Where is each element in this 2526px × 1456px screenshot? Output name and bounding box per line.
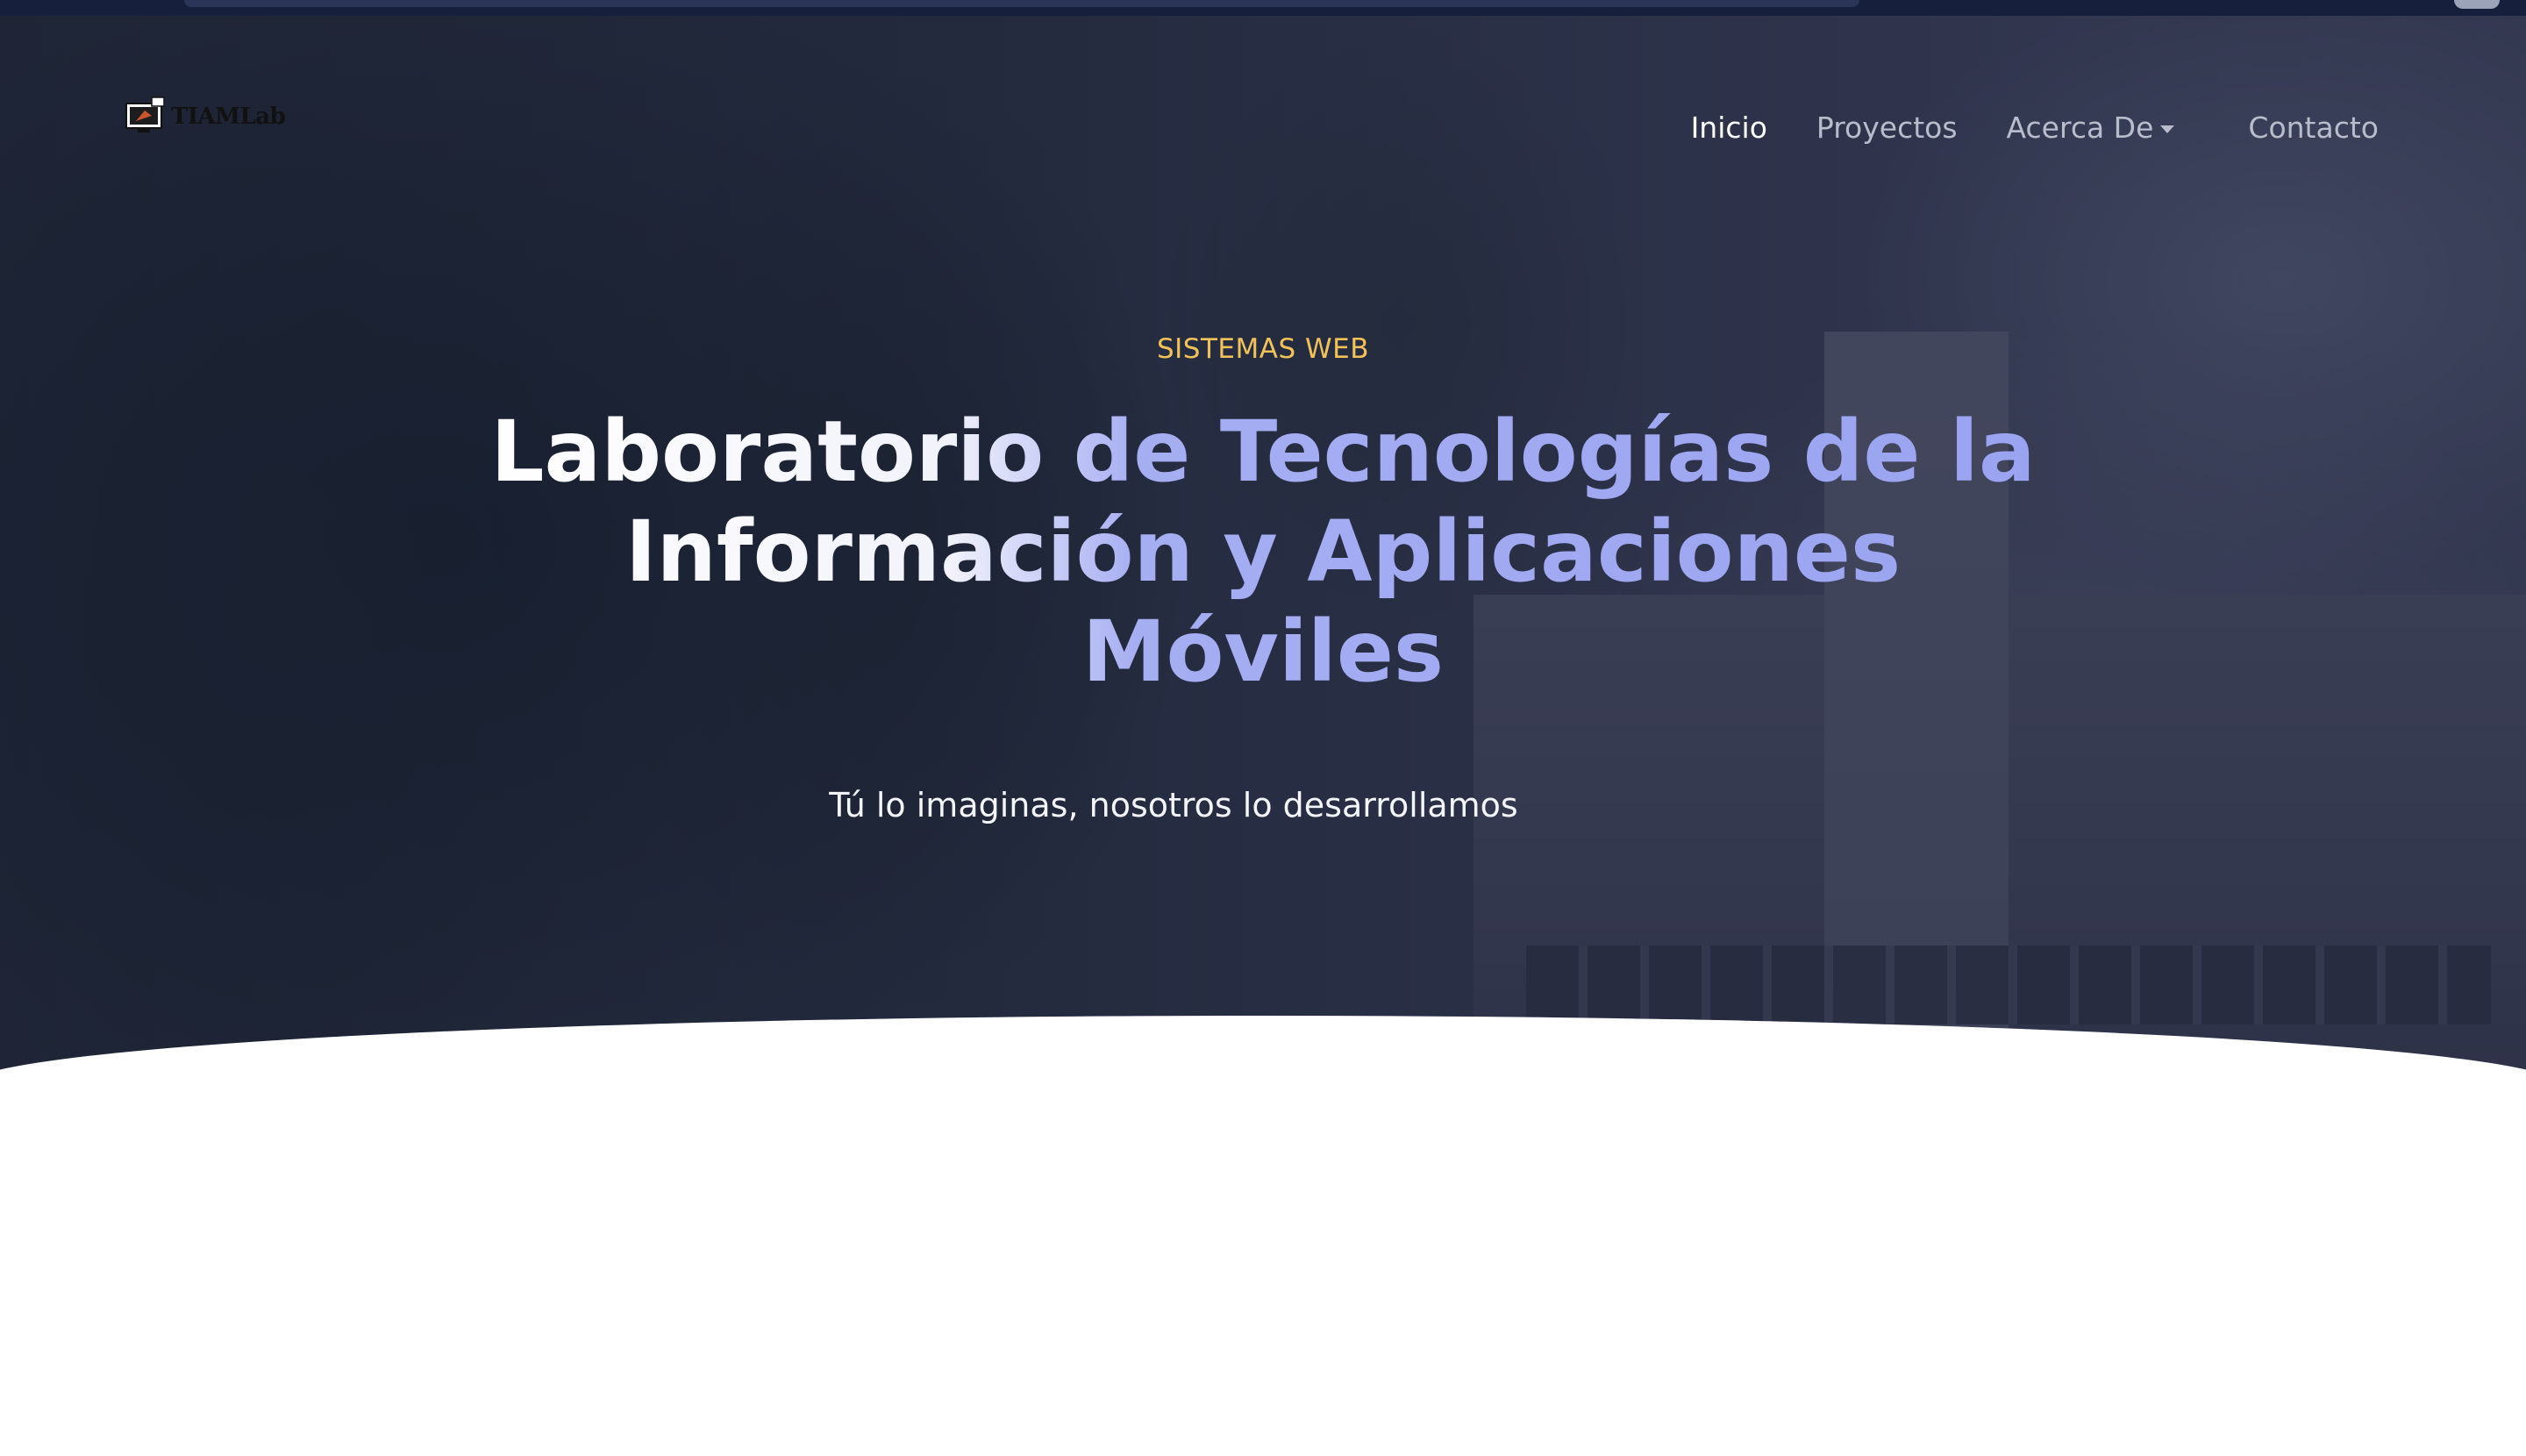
browser-top-strip: [0, 0, 2526, 16]
browser-menu-icon[interactable]: [2454, 0, 2500, 9]
caret-down-icon: [2160, 125, 2175, 133]
hero-headline: Laboratorio de Tecnologías de la Informa…: [474, 402, 2052, 702]
address-bar[interactable]: [184, 0, 1859, 7]
brand-logo-link[interactable]: TIAMLab: [125, 96, 286, 137]
navbar: TIAMLab Inicio Proyectos Acerca De Conta…: [0, 16, 2526, 218]
nav-item-label: Inicio: [1690, 111, 1767, 145]
nav-item-label: Proyectos: [1816, 111, 1958, 145]
hero-eyebrow: SISTEMAS WEB: [1156, 333, 1369, 365]
brand-name: TIAMLab: [171, 103, 286, 130]
hero-tagline: Tú lo imaginas, nosotros lo desarrollamo…: [829, 786, 1518, 824]
monitor-logo-icon: [125, 96, 166, 137]
nav-item-inicio[interactable]: Inicio: [1691, 111, 1767, 145]
nav-item-proyectos[interactable]: Proyectos: [1816, 111, 1958, 145]
nav-item-label: Acerca De: [2006, 111, 2154, 145]
nav-item-label: Contacto: [2248, 111, 2379, 145]
page: TIAMLab Inicio Proyectos Acerca De Conta…: [0, 0, 2526, 1456]
nav-item-acerca-de[interactable]: Acerca De: [2007, 111, 2175, 145]
nav-item-contacto[interactable]: Contacto: [2248, 111, 2379, 145]
main-nav: Inicio Proyectos Acerca De Contacto: [1642, 111, 2379, 145]
